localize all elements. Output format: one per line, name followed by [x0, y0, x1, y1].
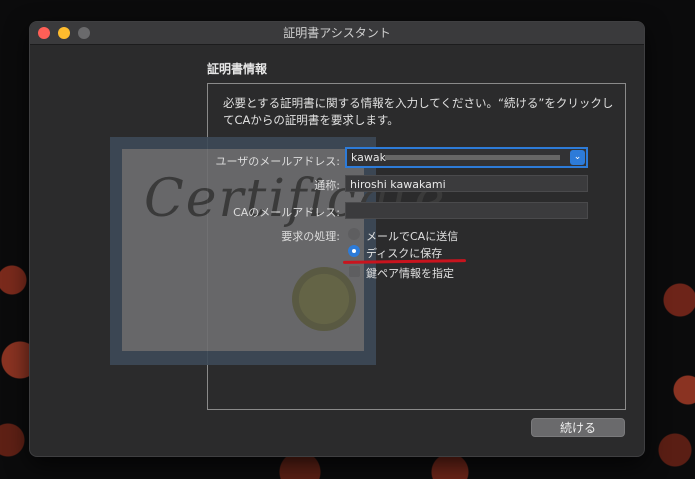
- email-value: kawak: [351, 151, 387, 164]
- chevron-down-icon[interactable]: ⌄: [570, 150, 585, 165]
- section-title: 証明書情報: [207, 62, 268, 76]
- save-to-disk-label: ディスクに保存: [366, 247, 443, 260]
- request-label: 要求の処理:: [281, 230, 340, 243]
- key-pair-label: 鍵ペア情報を指定: [366, 267, 454, 280]
- email-label: ユーザのメールアドレス:: [215, 155, 341, 168]
- certificate-assistant-window: 証明書アシスタント 証明書情報 Certificate 必要とする証明書に関する…: [30, 22, 644, 456]
- send-to-ca-label: メールでCAに送信: [366, 230, 459, 243]
- ca-email-label: CAのメールアドレス:: [233, 206, 340, 219]
- intro-text: 必要とする証明書に関する情報を入力してください。“続ける”をクリックしてCAから…: [223, 96, 614, 127]
- redacted-text: [385, 155, 560, 160]
- send-to-ca-radio[interactable]: [348, 228, 360, 240]
- save-to-disk-radio[interactable]: [348, 245, 360, 257]
- ca-email-field[interactable]: [345, 202, 588, 219]
- certificate-illustration: Certificate: [110, 137, 445, 365]
- window-title: 証明書アシスタント: [283, 26, 391, 40]
- common-name-field[interactable]: hiroshi kawakami: [345, 175, 588, 192]
- certificate-seal-icon: [292, 267, 356, 331]
- title-bar: 証明書アシスタント: [30, 22, 644, 45]
- key-pair-checkbox[interactable]: [349, 266, 360, 277]
- email-combobox[interactable]: kawak ⌄: [345, 147, 588, 168]
- common-name-label: 通称:: [314, 179, 340, 192]
- continue-button[interactable]: 続ける: [531, 418, 625, 437]
